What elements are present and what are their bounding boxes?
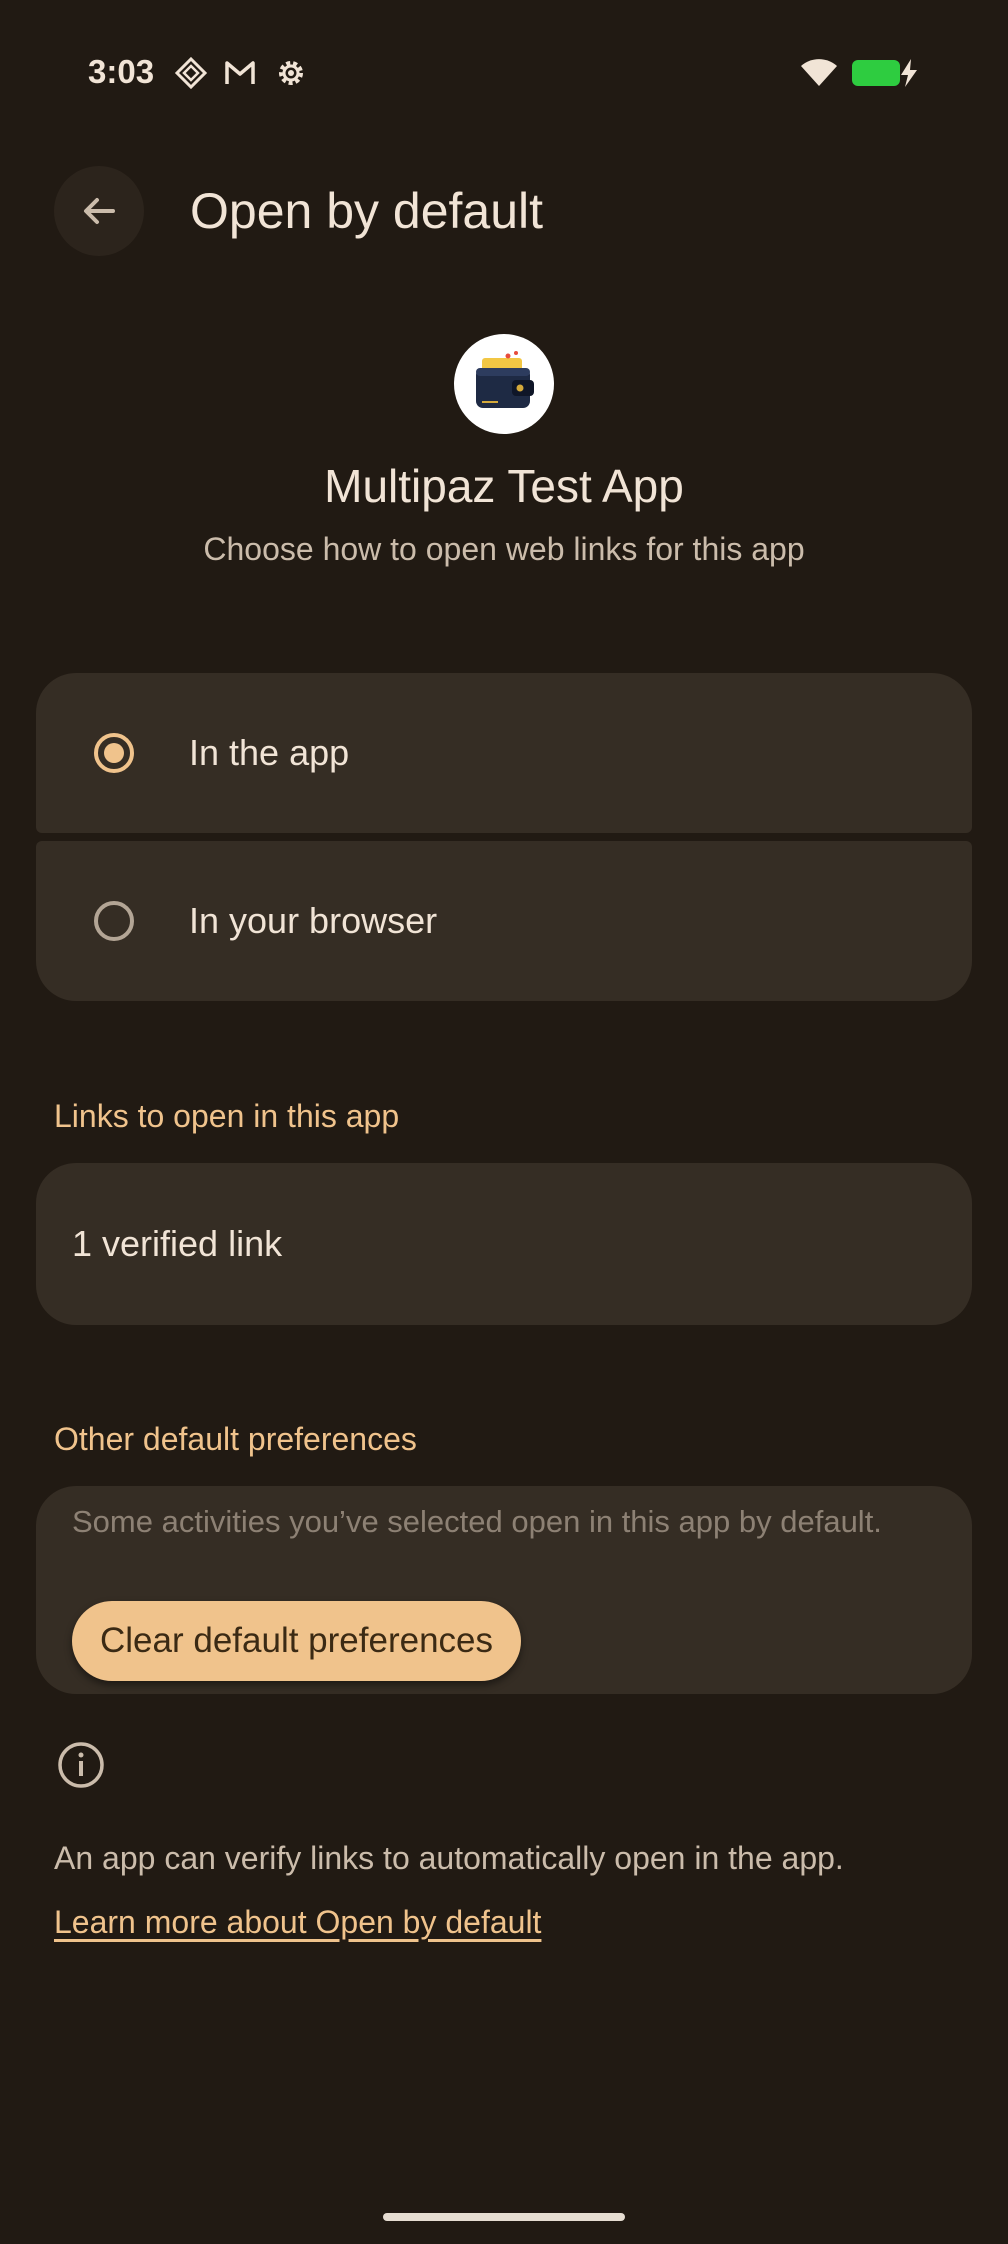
- status-time: 3:03: [88, 53, 155, 90]
- other-prefs-title: Other default preferences: [54, 1421, 417, 1457]
- links-section-title: Links to open in this app: [54, 1098, 400, 1134]
- settings-gear-icon: [279, 61, 303, 85]
- option-in-your-browser[interactable]: In your browser: [36, 841, 972, 1001]
- battery-icon: [852, 60, 900, 86]
- wallet-icon: [476, 351, 534, 408]
- app-icon: [454, 334, 554, 434]
- radio-unselected[interactable]: [94, 901, 134, 941]
- other-prefs-card: Some activities you’ve selected open in …: [36, 1486, 972, 1694]
- puzzle-icon: [174, 56, 208, 90]
- option-label: In your browser: [189, 900, 438, 941]
- gesture-nav-handle[interactable]: [383, 2213, 625, 2221]
- gmail-icon: [225, 61, 255, 84]
- arrow-back-icon: [84, 198, 115, 224]
- option-in-the-app[interactable]: In the app: [36, 673, 972, 833]
- page-title: Open by default: [190, 183, 544, 239]
- app-subtitle: Choose how to open web links for this ap…: [203, 531, 805, 567]
- other-prefs-description: Some activities you’ve selected open in …: [72, 1504, 882, 1539]
- back-button[interactable]: [54, 166, 144, 256]
- wifi-icon: [801, 59, 837, 86]
- radio-selected[interactable]: [94, 733, 134, 773]
- charging-bolt-icon: [901, 59, 917, 87]
- app-name: Multipaz Test App: [324, 460, 684, 512]
- learn-more-link[interactable]: Learn more about Open by default: [54, 1900, 541, 1944]
- verified-links-item[interactable]: 1 verified link: [36, 1163, 972, 1325]
- info-icon: [58, 1742, 104, 1788]
- option-label: In the app: [189, 732, 350, 773]
- info-text: An app can verify links to automatically…: [54, 1840, 844, 1876]
- clear-defaults-button[interactable]: Clear default preferences: [72, 1601, 521, 1681]
- verified-links-label: 1 verified link: [72, 1223, 283, 1264]
